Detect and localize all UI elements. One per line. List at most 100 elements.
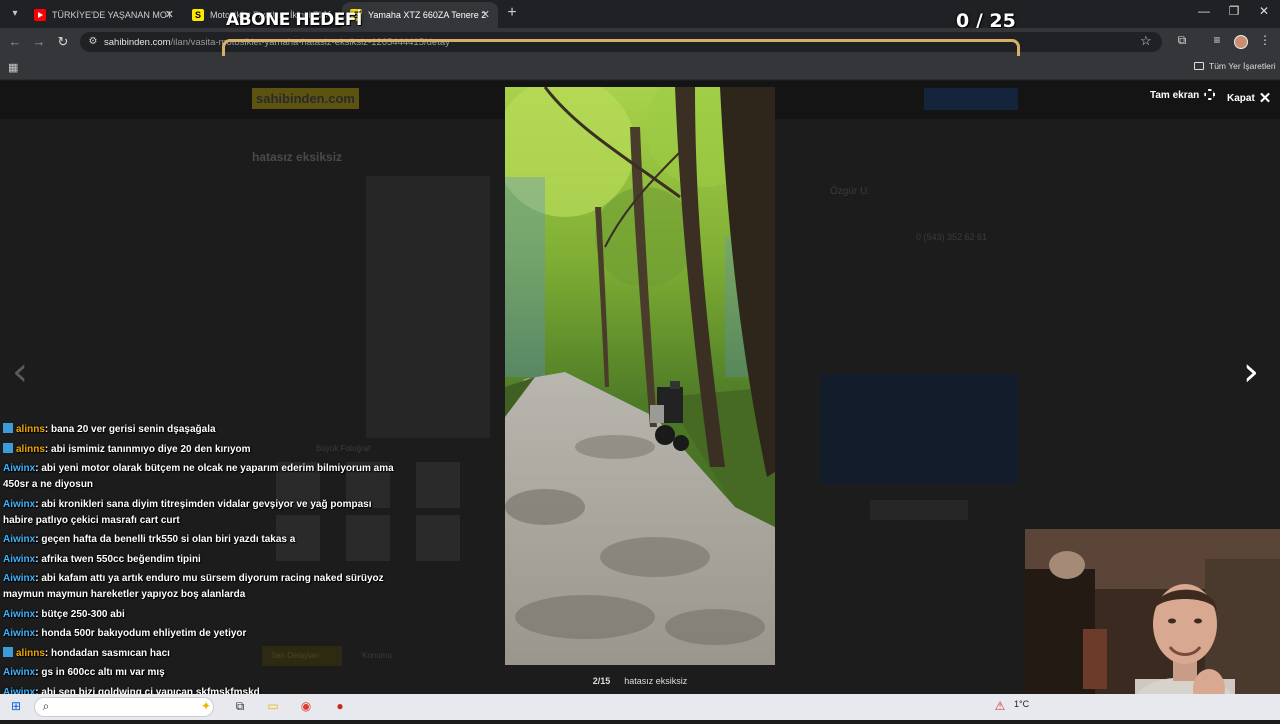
chat-username: Aiwinx (3, 463, 36, 474)
chat-badge-icon (3, 646, 13, 657)
fullscreen-icon (1204, 89, 1216, 100)
reload-icon[interactable]: ↻ (54, 33, 72, 51)
chat-badge-icon (3, 442, 13, 453)
bookmark-star-icon[interactable]: ☆ (1140, 33, 1152, 49)
site-logo: sahibinden.com (252, 88, 359, 109)
chat-username: alinns (16, 443, 45, 455)
chat-message: Aiwinx: gs in 600cc altı mı var mış (3, 665, 403, 681)
all-bookmarks-label: Tüm Yer İşaretleri (1209, 61, 1276, 71)
minimize-icon[interactable]: — (1194, 4, 1214, 18)
chat-message: Aiwinx: abi kafam attı ya artık enduro m… (3, 571, 403, 603)
listing-title: hatasız eksiksiz (252, 150, 343, 164)
chat-text: : hondadan sasmıcan hacı (44, 647, 170, 659)
chat-username: Aiwinx (3, 628, 36, 639)
taskbar-search[interactable] (34, 697, 214, 717)
notification-icon[interactable]: ⚠ (992, 698, 1008, 714)
tab-close-icon[interactable]: ✕ (165, 2, 174, 28)
more-info-button (870, 500, 968, 520)
tab-search-dropdown-icon[interactable]: ▾ (6, 5, 24, 23)
folder-icon (1194, 62, 1204, 70)
post-ad-button (924, 88, 1018, 110)
copilot-icon[interactable]: ✦ (198, 698, 214, 714)
listing-photo (505, 87, 775, 665)
photo-index: 2/15 (592, 676, 611, 686)
restore-icon[interactable]: ❐ (1224, 4, 1244, 18)
tab-title: Yamaha XTZ 660ZA Tenere 2018 (368, 10, 486, 20)
chat-text: : geçen hafta da benelli trk550 si olan … (35, 534, 296, 545)
url-host: sahibinden.com (104, 37, 171, 48)
chat-text: : bana 20 ver gerisi senin dşaşağala (44, 424, 216, 435)
chat-text: : abi ismimiz tanınmıyo diye 20 den kırı… (44, 443, 251, 455)
chat-message: Aiwinx: abi kronikleri sana diyim titreş… (3, 497, 403, 529)
chat-message: alinns: abi ismimiz tanınmıyo diye 20 de… (3, 442, 403, 458)
thumbnail (416, 515, 460, 561)
reading-list-icon[interactable]: ≡ (1209, 33, 1225, 47)
listing-main-photo (366, 176, 490, 438)
chat-message: alinns: hondadan sasmıcan hacı (3, 646, 403, 662)
chat-text: : abi kafam attı ya artık enduro mu sürs… (3, 573, 384, 600)
chat-text: : bütçe 250-300 abi (35, 608, 125, 620)
chrome-icon[interactable]: ◉ (298, 698, 314, 714)
close-icon: ✕ (1258, 90, 1272, 107)
tab-title: TÜRKİYE'DE YAŞANAN MOTORSİKLET (52, 10, 170, 20)
stream-chat: alinns: bana 20 ver gerisi senin dşaşağa… (3, 422, 403, 724)
next-photo-icon[interactable]: › (1243, 352, 1259, 392)
menu-icon[interactable]: ⋮ (1257, 33, 1273, 47)
extensions-icon[interactable]: ⧉ (1174, 33, 1190, 48)
profile-avatar[interactable] (1234, 35, 1248, 49)
chat-text: : abi kronikleri sana diyim titreşimden … (3, 498, 372, 526)
tab-close-icon[interactable]: ✕ (481, 2, 490, 28)
chat-username: alinns (16, 647, 45, 659)
webcam-feed (1025, 529, 1280, 720)
chat-message: alinns: bana 20 ver gerisi senin dşaşağa… (3, 422, 403, 438)
chat-username: Aiwinx (3, 534, 36, 545)
chat-username: Aiwinx (3, 573, 36, 584)
photo-caption-text: hatasız eksiksiz (624, 676, 688, 686)
seller-name: Özgür U. (830, 186, 871, 197)
sahibinden-icon: S (192, 9, 204, 21)
file-explorer-icon[interactable]: ▭ (265, 698, 281, 714)
tab-youtube[interactable]: TÜRKİYE'DE YAŞANAN MOTORSİKLET ✕ (26, 2, 182, 28)
chat-username: Aiwinx (3, 553, 36, 565)
chat-message: Aiwinx: bütçe 250-300 abi (3, 607, 403, 623)
chat-text: : abi yeni motor olarak bütçem ne olcak … (3, 463, 394, 490)
all-bookmarks[interactable]: Tüm Yer İşaretleri (1194, 61, 1276, 71)
search-icon: ⌕ (42, 699, 50, 713)
new-tab-icon[interactable]: + (504, 4, 520, 22)
youtube-icon (34, 9, 46, 21)
chat-badge-icon (3, 423, 13, 433)
weather-temp: 1°C (1014, 699, 1030, 709)
chat-username: alinns (16, 424, 45, 435)
previous-photo-icon[interactable]: ‹ (12, 352, 28, 392)
chat-message: Aiwinx: abi yeni motor olarak bütçem ne … (3, 461, 403, 493)
subscriber-goal-title: ABONE HEDEFİ (226, 10, 362, 30)
site-info-icon[interactable]: ⚙ (86, 35, 100, 49)
thumbnail (416, 462, 460, 508)
chat-username: Aiwinx (3, 498, 36, 510)
forward-icon[interactable]: → (30, 33, 48, 51)
chat-message: Aiwinx: geçen hafta da benelli trk550 si… (3, 532, 403, 548)
obs-icon[interactable]: ● (332, 698, 348, 714)
chat-text: : afrika twen 550cc beğendim tipini (35, 553, 201, 565)
windows-start-icon[interactable]: ⊞ (8, 698, 24, 714)
close-label: Kapat (1227, 93, 1255, 104)
chat-text: : honda 500r bakıyodum ehliyetim de yeti… (35, 628, 247, 639)
close-button[interactable]: Kapat ✕ (1227, 89, 1271, 107)
seller-phone: 0 (543) 352 62 61 (916, 232, 988, 242)
back-icon[interactable]: ← (6, 33, 24, 51)
bookmarks-bar (0, 56, 1280, 80)
chat-text: : gs in 600cc altı mı var mış (35, 667, 165, 678)
window-close-icon[interactable]: ✕ (1254, 4, 1274, 18)
ad-banner (820, 374, 1018, 484)
chat-username: Aiwinx (3, 608, 36, 620)
fullscreen-button[interactable]: Tam ekran (1150, 89, 1216, 101)
chat-username: Aiwinx (3, 667, 36, 678)
fullscreen-label: Tam ekran (1150, 90, 1200, 101)
chat-message: Aiwinx: afrika twen 550cc beğendim tipin… (3, 552, 403, 568)
tab-yamaha-listing[interactable]: S Yamaha XTZ 660ZA Tenere 2018 ✕ (342, 2, 498, 28)
chat-message: Aiwinx: honda 500r bakıyodum ehliyetim d… (3, 626, 403, 642)
task-view-icon[interactable]: ⧉ (232, 698, 248, 714)
apps-grid-icon[interactable]: ▦ (8, 61, 18, 74)
webcam-image (1025, 529, 1280, 720)
forest-road-photo (505, 87, 775, 665)
